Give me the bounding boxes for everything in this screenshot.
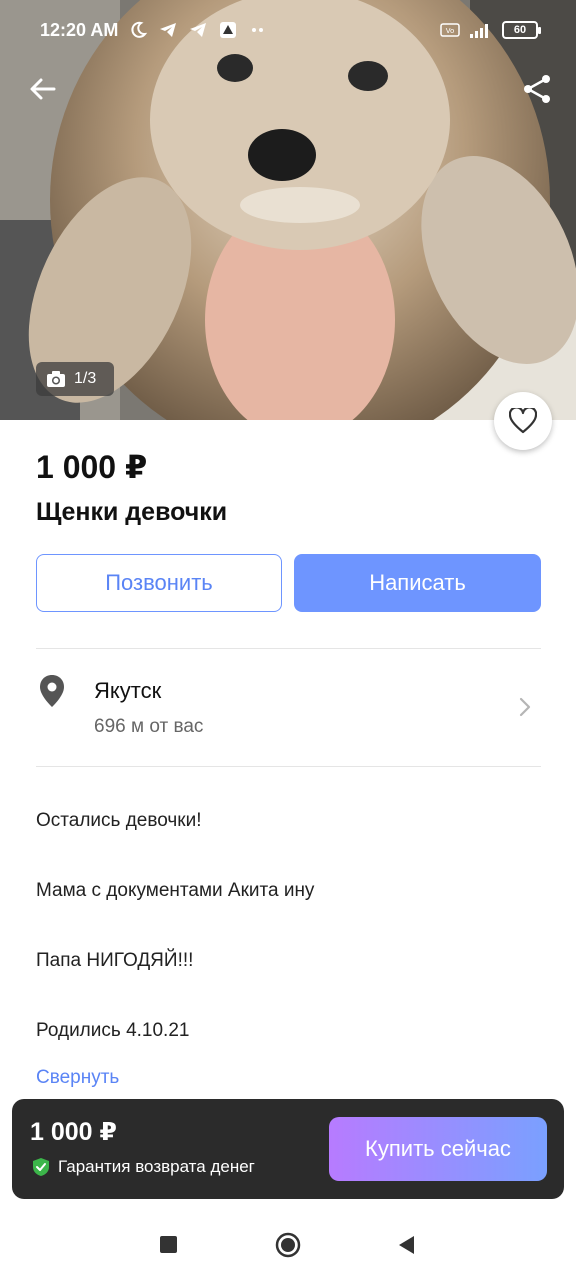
divider [36, 766, 541, 767]
recent-apps-icon[interactable] [160, 1236, 177, 1253]
volte-icon: Vo [440, 23, 460, 37]
home-circle-icon[interactable] [275, 1232, 301, 1258]
notification-icons [128, 20, 268, 40]
divider [36, 648, 541, 649]
buy-bar: 1 000 ₽ Гарантия возврата денег Купить с… [12, 1099, 564, 1199]
battery-icon: 60 [502, 21, 541, 39]
write-message-button[interactable]: Написать [294, 554, 541, 612]
system-icons: Vo 60 [440, 20, 541, 40]
puppy-photo-image [0, 0, 576, 420]
buy-now-button[interactable]: Купить сейчас [329, 1117, 547, 1181]
heart-icon [509, 408, 537, 434]
telegram-icon [160, 23, 176, 37]
signal-icon [470, 24, 488, 38]
app-notification-icon [220, 22, 236, 38]
back-arrow-icon[interactable] [26, 72, 60, 106]
description-line: Родились 4.10.21 [36, 1020, 190, 1041]
chevron-right-icon [519, 697, 531, 717]
photo-counter: 1/3 [36, 362, 114, 396]
location-city: Якутск [94, 678, 162, 703]
listing-price: 1 000 ₽ [36, 449, 148, 485]
telegram-icon [190, 23, 206, 37]
listing-title: Щенки девочки [36, 498, 228, 526]
description-line: Остались девочки! [36, 810, 202, 831]
share-icon[interactable] [520, 72, 554, 106]
listing-photo[interactable]: 12:20 AM Vo 60 1/3 [0, 0, 576, 420]
more-notifications-icon [252, 28, 263, 32]
favorite-button[interactable] [494, 392, 552, 450]
collapse-link[interactable]: Свернуть [36, 1067, 119, 1089]
description-line: Папа НИГОДЯЙ!!! [36, 950, 194, 971]
call-button[interactable]: Позвонить [36, 554, 282, 612]
description-line: Мама с документами Акита ину [36, 880, 315, 901]
location-row[interactable]: Якутск 696 м от вас [0, 650, 576, 766]
location-distance: 696 м от вас [94, 716, 204, 737]
shield-check-icon [33, 1158, 49, 1176]
svg-text:Vo: Vo [446, 27, 455, 35]
location-pin-icon [40, 675, 64, 707]
status-bar: 12:20 AM Vo 60 [0, 0, 576, 62]
buy-bar-price: 1 000 ₽ [30, 1118, 117, 1146]
money-back-guarantee: Гарантия возврата денег [32, 1157, 255, 1177]
status-time: 12:20 AM [40, 20, 119, 40]
system-navigation-bar [0, 1210, 576, 1280]
system-back-icon[interactable] [396, 1234, 416, 1256]
guarantee-label: Гарантия возврата денег [58, 1157, 255, 1176]
moon-icon [131, 21, 148, 38]
photo-counter-label: 1/3 [74, 370, 97, 387]
camera-icon [47, 371, 65, 387]
